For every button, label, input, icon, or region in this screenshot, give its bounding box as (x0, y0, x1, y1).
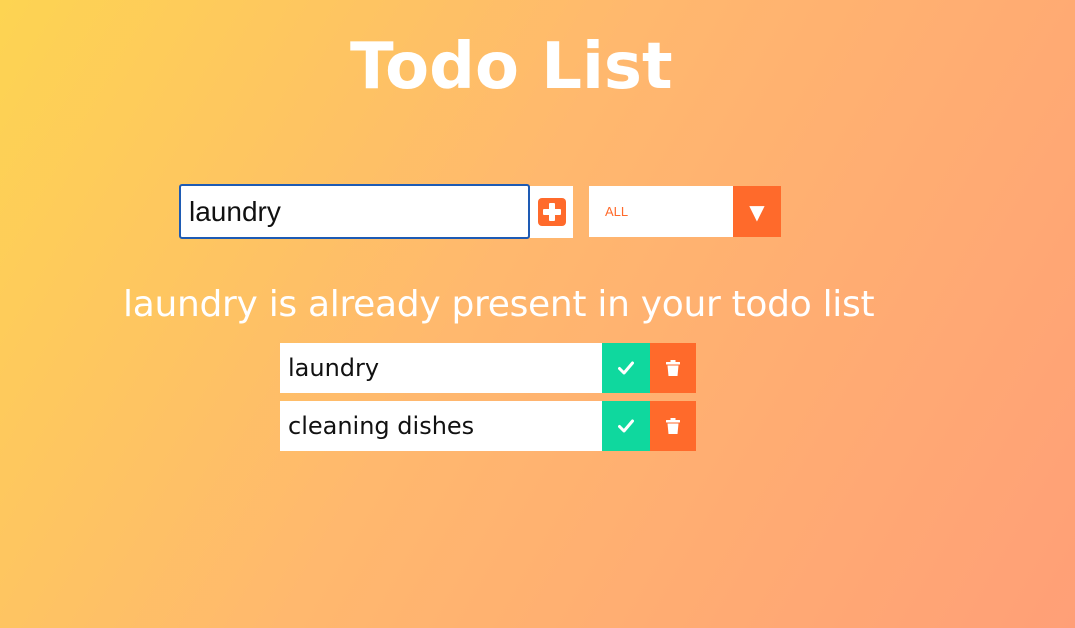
todo-input[interactable] (181, 186, 528, 237)
todo-input-wrapper[interactable] (179, 184, 530, 239)
complete-button[interactable] (602, 343, 650, 393)
filter-select[interactable]: ALL ▼ (589, 186, 781, 237)
complete-button[interactable] (602, 401, 650, 451)
trash-icon (666, 360, 680, 376)
duplicate-message: laundry is already present in your todo … (123, 284, 875, 325)
page-title: Todo List (350, 30, 673, 104)
check-icon (618, 419, 634, 433)
check-icon (618, 361, 634, 375)
todo-list: laundry cleaning dishes (280, 343, 696, 459)
todo-text: cleaning dishes (280, 401, 602, 451)
todo-item: cleaning dishes (280, 401, 696, 451)
delete-button[interactable] (650, 343, 696, 393)
plus-square-icon (537, 198, 566, 226)
filter-selected-value: ALL (605, 204, 629, 219)
delete-button[interactable] (650, 401, 696, 451)
todo-item: laundry (280, 343, 696, 393)
todo-text: laundry (280, 343, 602, 393)
trash-icon (666, 418, 680, 434)
add-todo-button[interactable] (530, 186, 573, 238)
caret-down-icon[interactable]: ▼ (733, 186, 781, 237)
